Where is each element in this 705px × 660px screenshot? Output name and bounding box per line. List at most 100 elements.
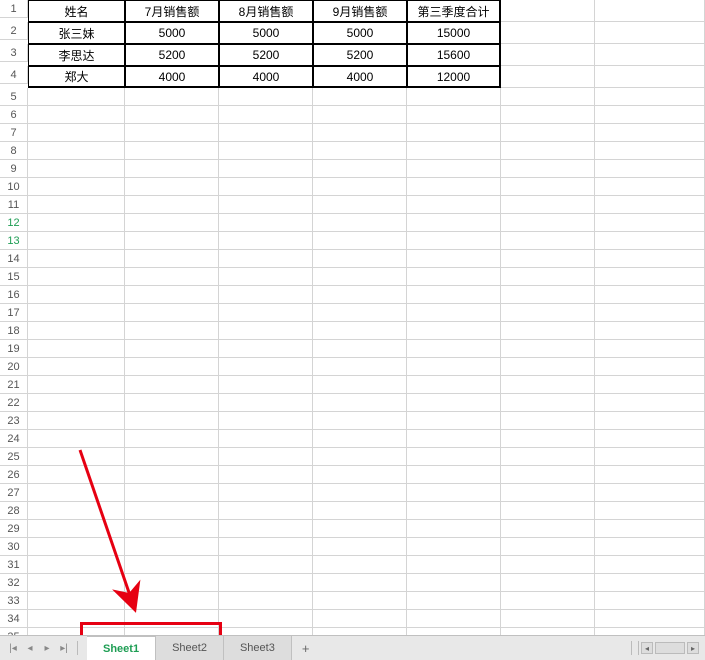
cell[interactable] bbox=[219, 628, 313, 635]
cell[interactable] bbox=[595, 160, 705, 178]
row-header[interactable]: 5 bbox=[0, 88, 28, 106]
row-header[interactable]: 16 bbox=[0, 286, 28, 304]
cell[interactable] bbox=[501, 538, 595, 556]
cell[interactable] bbox=[313, 214, 407, 232]
data-cell[interactable]: 张三妹 bbox=[28, 22, 125, 44]
cell[interactable] bbox=[501, 214, 595, 232]
cell[interactable] bbox=[125, 556, 219, 574]
cell[interactable] bbox=[501, 340, 595, 358]
tab-nav-next-icon[interactable]: ▸ bbox=[40, 641, 54, 655]
cell[interactable] bbox=[501, 196, 595, 214]
row-header[interactable]: 18 bbox=[0, 322, 28, 340]
cell[interactable] bbox=[28, 160, 125, 178]
cell[interactable] bbox=[595, 124, 705, 142]
cell[interactable] bbox=[28, 88, 125, 106]
cell[interactable] bbox=[219, 322, 313, 340]
cell[interactable] bbox=[595, 628, 705, 635]
header-cell[interactable]: 姓名 bbox=[28, 0, 125, 22]
cell[interactable] bbox=[313, 610, 407, 628]
cell[interactable] bbox=[501, 106, 595, 124]
cell[interactable] bbox=[313, 340, 407, 358]
row-header[interactable]: 34 bbox=[0, 610, 28, 628]
cell[interactable] bbox=[501, 160, 595, 178]
cell[interactable] bbox=[28, 232, 125, 250]
cell[interactable] bbox=[219, 214, 313, 232]
cell[interactable] bbox=[407, 88, 501, 106]
cell[interactable] bbox=[313, 142, 407, 160]
cell[interactable] bbox=[313, 322, 407, 340]
cell[interactable] bbox=[407, 394, 501, 412]
cell[interactable] bbox=[407, 106, 501, 124]
cell[interactable] bbox=[595, 322, 705, 340]
cell[interactable] bbox=[407, 448, 501, 466]
cell[interactable] bbox=[28, 610, 125, 628]
cell[interactable] bbox=[501, 250, 595, 268]
cell[interactable] bbox=[125, 124, 219, 142]
cell[interactable] bbox=[28, 502, 125, 520]
row-header[interactable]: 31 bbox=[0, 556, 28, 574]
row-header[interactable]: 15 bbox=[0, 268, 28, 286]
cell[interactable] bbox=[501, 628, 595, 635]
cell[interactable] bbox=[28, 376, 125, 394]
cell[interactable] bbox=[125, 574, 219, 592]
cell[interactable] bbox=[219, 232, 313, 250]
cell[interactable] bbox=[219, 358, 313, 376]
cell[interactable] bbox=[595, 376, 705, 394]
cell[interactable] bbox=[125, 484, 219, 502]
scroll-track[interactable] bbox=[655, 642, 685, 654]
data-cell[interactable]: 15600 bbox=[407, 44, 501, 66]
row-header[interactable]: 23 bbox=[0, 412, 28, 430]
cell[interactable] bbox=[595, 358, 705, 376]
cell[interactable] bbox=[313, 592, 407, 610]
cell[interactable] bbox=[125, 358, 219, 376]
cell[interactable] bbox=[313, 358, 407, 376]
row-header[interactable]: 1 bbox=[0, 0, 28, 18]
cell[interactable] bbox=[219, 376, 313, 394]
cell[interactable] bbox=[501, 44, 595, 66]
cell[interactable] bbox=[407, 412, 501, 430]
cell[interactable] bbox=[219, 196, 313, 214]
cell[interactable] bbox=[407, 592, 501, 610]
cell[interactable] bbox=[595, 448, 705, 466]
row-header[interactable]: 35 bbox=[0, 628, 28, 635]
cell[interactable] bbox=[219, 286, 313, 304]
row-header[interactable]: 30 bbox=[0, 538, 28, 556]
data-cell[interactable]: 5000 bbox=[125, 22, 219, 44]
scroll-left-icon[interactable]: ◂ bbox=[641, 642, 653, 654]
cell[interactable] bbox=[595, 340, 705, 358]
cell[interactable] bbox=[28, 106, 125, 124]
cell[interactable] bbox=[501, 574, 595, 592]
cell[interactable] bbox=[501, 22, 595, 44]
cell[interactable] bbox=[501, 592, 595, 610]
cell[interactable] bbox=[28, 286, 125, 304]
row-header[interactable]: 29 bbox=[0, 520, 28, 538]
cell[interactable] bbox=[501, 232, 595, 250]
cell[interactable] bbox=[125, 304, 219, 322]
cell[interactable] bbox=[125, 196, 219, 214]
row-header[interactable]: 8 bbox=[0, 142, 28, 160]
cell[interactable] bbox=[501, 358, 595, 376]
cell[interactable] bbox=[501, 268, 595, 286]
cell[interactable] bbox=[313, 556, 407, 574]
cell[interactable] bbox=[219, 574, 313, 592]
cell[interactable] bbox=[407, 358, 501, 376]
cell[interactable] bbox=[28, 538, 125, 556]
cell[interactable] bbox=[501, 430, 595, 448]
data-cell[interactable]: 李思达 bbox=[28, 44, 125, 66]
cell[interactable] bbox=[219, 610, 313, 628]
row-header[interactable]: 12 bbox=[0, 214, 28, 232]
cell[interactable] bbox=[125, 106, 219, 124]
cell[interactable] bbox=[28, 358, 125, 376]
cell[interactable] bbox=[219, 88, 313, 106]
cell[interactable] bbox=[28, 304, 125, 322]
cell[interactable] bbox=[501, 448, 595, 466]
header-cell[interactable]: 7月销售额 bbox=[125, 0, 219, 22]
cell[interactable] bbox=[313, 160, 407, 178]
cell[interactable] bbox=[313, 538, 407, 556]
row-header[interactable]: 4 bbox=[0, 66, 28, 84]
sheet-tab-2[interactable]: Sheet2 bbox=[156, 636, 224, 660]
cell[interactable] bbox=[595, 178, 705, 196]
cell[interactable] bbox=[407, 520, 501, 538]
cell[interactable] bbox=[313, 88, 407, 106]
scrollbar-splitter[interactable] bbox=[631, 641, 639, 655]
